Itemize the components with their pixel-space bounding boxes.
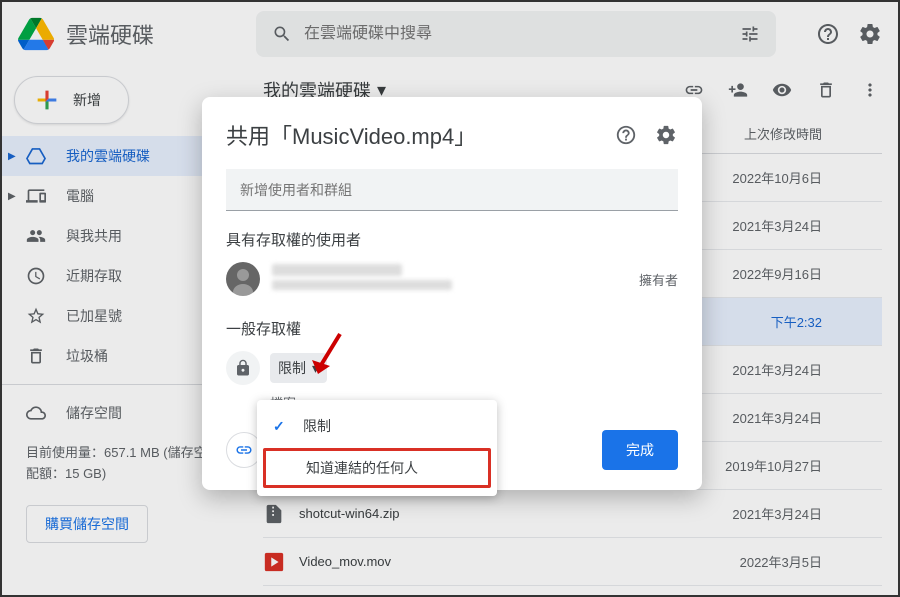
user-role: 擁有者 — [639, 270, 678, 289]
lock-icon — [226, 351, 260, 385]
done-button[interactable]: 完成 — [602, 430, 678, 470]
user-avatar — [226, 262, 260, 296]
chevron-down-icon: ▾ — [312, 360, 319, 377]
add-people-input[interactable] — [226, 169, 678, 211]
dialog-settings-icon[interactable] — [654, 123, 678, 147]
user-name-redacted — [272, 264, 402, 276]
user-email-redacted — [272, 280, 452, 290]
dialog-title: 共用「MusicVideo.mp4」 — [226, 119, 476, 151]
dropdown-option-anyone-link[interactable]: 知道連結的任何人 — [263, 448, 491, 488]
dialog-help-icon[interactable] — [614, 123, 638, 147]
general-access-title: 一般存取權 — [226, 318, 678, 339]
access-level-dropdown[interactable]: 限制 ▾ — [270, 353, 327, 383]
access-users-title: 具有存取權的使用者 — [226, 229, 678, 250]
dropdown-option-restricted[interactable]: 限制 — [257, 406, 497, 446]
user-row-owner: 擁有者 — [226, 262, 678, 296]
access-dropdown-menu: 限制 知道連結的任何人 — [257, 400, 497, 496]
